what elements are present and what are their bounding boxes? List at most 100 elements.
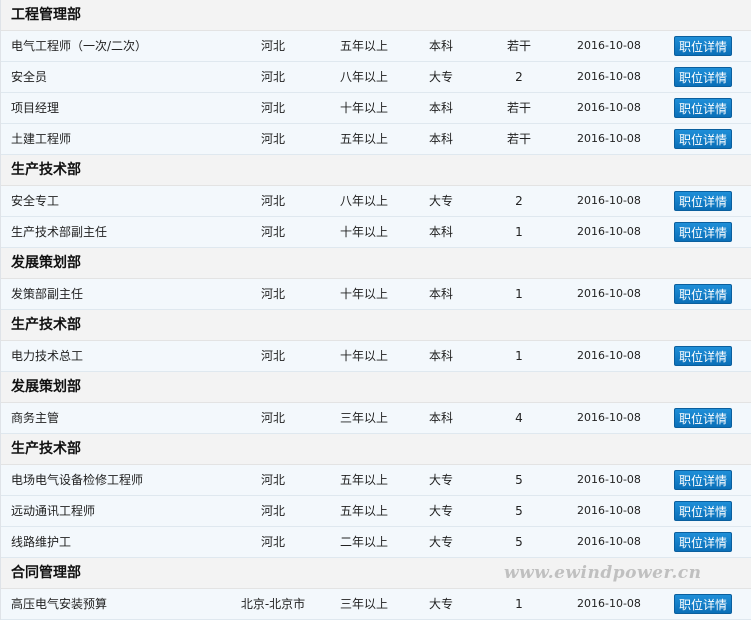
job-education: 大专 <box>428 194 453 208</box>
job-location: 河北 <box>260 194 285 208</box>
job-location: 河北 <box>260 70 285 84</box>
department-heading: 合同管理部 <box>1 558 751 589</box>
job-education: 本科 <box>428 101 453 115</box>
department-heading: 生产技术部 <box>1 434 751 465</box>
job-education: 本科 <box>428 225 453 239</box>
job-details-button[interactable]: 职位详情 <box>674 346 732 366</box>
job-title: 电力技术总工 <box>11 349 84 363</box>
job-headcount: 若干 <box>506 132 531 146</box>
job-experience: 八年以上 <box>339 70 388 84</box>
job-row: 安全专工 河北 八年以上 大专 2 2016-10-08 职位详情 <box>1 186 751 217</box>
job-title: 电场电气设备检修工程师 <box>11 473 144 487</box>
job-details-button[interactable]: 职位详情 <box>674 532 732 552</box>
job-details-button[interactable]: 职位详情 <box>674 98 732 118</box>
job-date: 2016-10-08 <box>577 225 641 238</box>
job-row: 高压电气安装预算 北京-北京市 三年以上 大专 1 2016-10-08 职位详情 <box>1 589 751 620</box>
job-experience: 八年以上 <box>339 194 388 208</box>
job-experience: 十年以上 <box>339 101 388 115</box>
job-location: 河北 <box>260 287 285 301</box>
job-date: 2016-10-08 <box>577 101 641 114</box>
job-date: 2016-10-08 <box>577 597 641 610</box>
department-heading: 发展策划部 <box>1 372 751 403</box>
job-location: 河北 <box>260 504 285 518</box>
job-title: 生产技术部副主任 <box>11 225 108 239</box>
job-date: 2016-10-08 <box>577 194 641 207</box>
job-details-button[interactable]: 职位详情 <box>674 470 732 490</box>
job-details-button[interactable]: 职位详情 <box>674 67 732 87</box>
job-title: 安全员 <box>11 70 48 84</box>
job-location: 河北 <box>260 411 285 425</box>
job-row: 电场电气设备检修工程师 河北 五年以上 大专 5 2016-10-08 职位详情 <box>1 465 751 496</box>
job-location: 北京-北京市 <box>240 597 306 611</box>
job-education: 本科 <box>428 411 453 425</box>
job-date: 2016-10-08 <box>577 70 641 83</box>
job-experience: 三年以上 <box>339 411 388 425</box>
job-date: 2016-10-08 <box>577 411 641 424</box>
job-details-button[interactable]: 职位详情 <box>674 284 732 304</box>
job-details-button[interactable]: 职位详情 <box>674 501 732 521</box>
job-title: 安全专工 <box>11 194 60 208</box>
job-row: 安全员 河北 八年以上 大专 2 2016-10-08 职位详情 <box>1 62 751 93</box>
job-location: 河北 <box>260 39 285 53</box>
job-title: 土建工程师 <box>11 132 72 146</box>
job-location: 河北 <box>260 132 285 146</box>
job-date: 2016-10-08 <box>577 535 641 548</box>
job-row: 电力技术总工 河北 十年以上 本科 1 2016-10-08 职位详情 <box>1 341 751 372</box>
job-details-button[interactable]: 职位详情 <box>674 191 732 211</box>
job-education: 大专 <box>428 473 453 487</box>
job-title: 线路维护工 <box>11 535 72 549</box>
job-date: 2016-10-08 <box>577 504 641 517</box>
job-headcount: 5 <box>515 473 523 487</box>
job-experience: 二年以上 <box>339 535 388 549</box>
job-education: 大专 <box>428 535 453 549</box>
job-title: 电气工程师（一次/二次） <box>11 39 148 53</box>
department-heading: 生产技术部 <box>1 155 751 186</box>
job-row: 线路维护工 河北 二年以上 大专 5 2016-10-08 职位详情 <box>1 527 751 558</box>
job-headcount: 5 <box>515 504 523 518</box>
job-education: 大专 <box>428 597 453 611</box>
department-heading: 发展策划部 <box>1 248 751 279</box>
job-row: 生产技术部副主任 河北 十年以上 本科 1 2016-10-08 职位详情 <box>1 217 751 248</box>
job-experience: 五年以上 <box>339 132 388 146</box>
job-experience: 十年以上 <box>339 287 388 301</box>
job-details-button[interactable]: 职位详情 <box>674 594 732 614</box>
job-education: 本科 <box>428 287 453 301</box>
job-details-button[interactable]: 职位详情 <box>674 129 732 149</box>
job-headcount: 2 <box>515 194 523 208</box>
job-title: 项目经理 <box>11 101 60 115</box>
job-row: 土建工程师 河北 五年以上 本科 若干 2016-10-08 职位详情 <box>1 124 751 155</box>
job-details-button[interactable]: 职位详情 <box>674 222 732 242</box>
job-headcount: 1 <box>515 349 523 363</box>
job-date: 2016-10-08 <box>577 39 641 52</box>
job-headcount: 1 <box>515 287 523 301</box>
job-headcount: 若干 <box>506 101 531 115</box>
job-title: 发策部副主任 <box>11 287 84 301</box>
job-education: 本科 <box>428 349 453 363</box>
job-date: 2016-10-08 <box>577 287 641 300</box>
job-headcount: 若干 <box>506 39 531 53</box>
department-heading: 工程管理部 <box>1 0 751 31</box>
job-row: 远动通讯工程师 河北 五年以上 大专 5 2016-10-08 职位详情 <box>1 496 751 527</box>
job-date: 2016-10-08 <box>577 349 641 362</box>
job-row: 发策部副主任 河北 十年以上 本科 1 2016-10-08 职位详情 <box>1 279 751 310</box>
job-headcount: 1 <box>515 597 523 611</box>
job-headcount: 1 <box>515 225 523 239</box>
job-experience: 十年以上 <box>339 349 388 363</box>
job-headcount: 2 <box>515 70 523 84</box>
job-experience: 五年以上 <box>339 39 388 53</box>
job-experience: 十年以上 <box>339 225 388 239</box>
job-date: 2016-10-08 <box>577 473 641 486</box>
job-location: 河北 <box>260 535 285 549</box>
job-row: 项目经理 河北 十年以上 本科 若干 2016-10-08 职位详情 <box>1 93 751 124</box>
job-headcount: 5 <box>515 535 523 549</box>
job-experience: 五年以上 <box>339 504 388 518</box>
job-location: 河北 <box>260 101 285 115</box>
job-row: 商务主管 河北 三年以上 本科 4 2016-10-08 职位详情 <box>1 403 751 434</box>
department-heading: 生产技术部 <box>1 310 751 341</box>
job-details-button[interactable]: 职位详情 <box>674 408 732 428</box>
job-location: 河北 <box>260 473 285 487</box>
job-experience: 三年以上 <box>339 597 388 611</box>
job-location: 河北 <box>260 225 285 239</box>
job-education: 大专 <box>428 70 453 84</box>
job-details-button[interactable]: 职位详情 <box>674 36 732 56</box>
